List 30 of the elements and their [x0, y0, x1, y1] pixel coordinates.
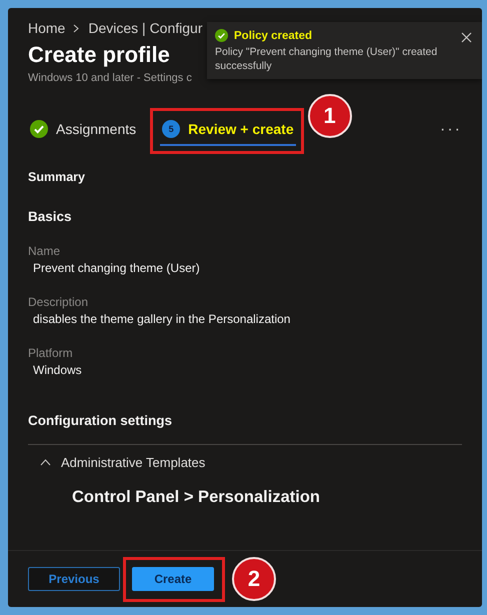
step-marker: 2 [232, 557, 276, 601]
category-heading: Control Panel > Personalization [71, 488, 322, 507]
field-label: Name [28, 244, 62, 258]
page-subtitle: Windows 10 and later - Settings c [28, 72, 192, 84]
step-marker: 1 [308, 94, 352, 138]
chevron-icon [40, 459, 51, 466]
field-value: Prevent changing theme (User) [32, 261, 201, 275]
wizard-tab[interactable]: Assignments [28, 114, 138, 146]
field-value: disables the theme gallery in the Personalization [32, 312, 292, 326]
chevron-icon [73, 24, 80, 32]
check-icon [30, 120, 48, 138]
wizard-tab[interactable]: 5 Review + create [160, 114, 296, 146]
group-toggle[interactable]: Administrative Templates [28, 445, 462, 470]
field-label: Description [28, 295, 90, 309]
section-heading: Basics [28, 209, 73, 224]
step-number: 5 [162, 120, 180, 138]
previous-button[interactable]: Previous [28, 567, 120, 591]
breadcrumb-link[interactable]: Home [28, 20, 66, 36]
field-value: Windows [32, 363, 83, 377]
section-heading: Configuration settings [28, 413, 173, 428]
toast-message: Policy "Prevent changing theme (User)" created successfully [215, 46, 438, 74]
page-title: Create profile [28, 42, 170, 68]
close-icon[interactable] [461, 32, 472, 43]
breadcrumb-link[interactable]: Devices | Configur [88, 20, 202, 36]
section-heading: Summary [28, 170, 86, 184]
toast-title: Policy created [234, 30, 312, 42]
create-button[interactable]: Create [132, 567, 214, 591]
check-icon [215, 29, 228, 42]
field-label: Platform [28, 346, 74, 360]
more-menu[interactable]: ··· [440, 121, 462, 139]
